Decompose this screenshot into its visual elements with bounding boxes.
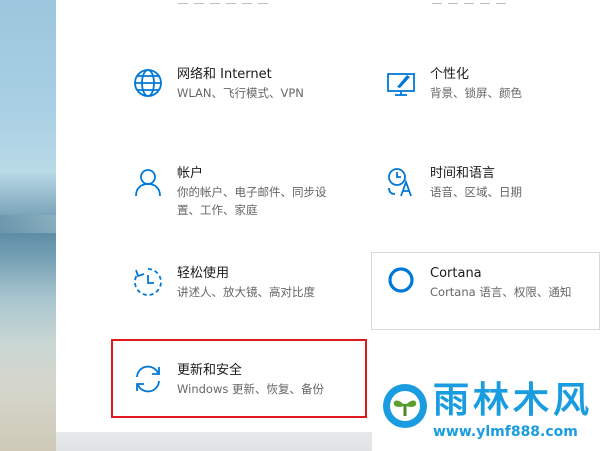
tile-title: 轻松使用 (177, 266, 230, 281)
tile-description: Cortana 语言、权限、通知 (430, 285, 572, 299)
watermark: 雨林木风 www.ylmf888.com (377, 376, 600, 451)
cut-off-text-right (432, 0, 532, 4)
tile-description: 讲述人、放大镜、高对比度 (177, 285, 315, 299)
wallpaper-horizon (0, 215, 56, 233)
tile-ease-of-access[interactable]: 轻松使用 讲述人、放大镜、高对比度 (131, 265, 315, 301)
tile-description-line-1: 你的帐户、电子邮件、同步设 (177, 185, 327, 199)
cortana-icon (384, 265, 418, 299)
desktop-wallpaper (0, 0, 56, 451)
tile-title: 帐户 (177, 166, 204, 181)
tile-title: 网络和 Internet (177, 67, 272, 82)
watermark-logo-icon (381, 382, 429, 430)
tile-description: WLAN、飞行模式、VPN (177, 86, 304, 100)
globe-icon (131, 66, 165, 100)
tile-title: 时间和语言 (430, 166, 496, 181)
personalize-icon (384, 66, 418, 100)
tile-title: Cortana (430, 266, 482, 281)
watermark-title: 雨林木风 (433, 380, 594, 421)
tile-description: 语音、区域、日期 (430, 185, 522, 199)
tile-title: 个性化 (430, 67, 470, 82)
tile-personalization[interactable]: 个性化 背景、锁屏、颜色 (384, 66, 522, 102)
highlight-annotation-box (111, 339, 367, 418)
tile-network[interactable]: 网络和 Internet WLAN、飞行模式、VPN (131, 66, 304, 102)
watermark-url: www.ylmf888.com (433, 424, 578, 440)
tile-accounts[interactable]: 帐户 你的帐户、电子邮件、同步设 置、工作、家庭 (131, 165, 327, 219)
tile-time-language[interactable]: 时间和语言 语音、区域、日期 (384, 165, 522, 201)
cut-off-text-left (178, 0, 298, 4)
time-language-icon (384, 165, 418, 199)
tile-cortana[interactable]: Cortana Cortana 语言、权限、通知 (384, 265, 571, 301)
tile-description-line-2: 置、工作、家庭 (177, 203, 258, 217)
ease-of-access-icon (131, 265, 165, 299)
panel-bottom-edge (56, 432, 372, 451)
person-icon (131, 165, 165, 199)
tile-description: 背景、锁屏、颜色 (430, 86, 522, 100)
